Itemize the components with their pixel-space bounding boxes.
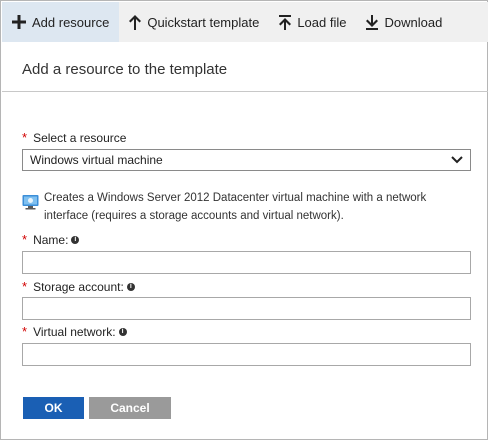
quickstart-template-label: Quickstart template (147, 14, 260, 30)
quickstart-template-button[interactable]: Quickstart template (119, 2, 269, 42)
resource-select-value: Windows virtual machine (30, 153, 163, 167)
required-marker: * (22, 279, 28, 294)
description-text: Creates a Windows Server 2012 Datacenter… (44, 192, 427, 222)
info-icon[interactable]: i (71, 235, 80, 244)
download-icon (366, 14, 379, 30)
storage-account-label: * Storage account: i (22, 279, 135, 294)
resource-label-text: Select a resource (33, 130, 127, 145)
ok-button[interactable]: OK (23, 397, 84, 419)
required-marker: * (22, 232, 28, 247)
add-resource-button[interactable]: Add resource (2, 2, 120, 42)
cancel-button[interactable]: Cancel (89, 397, 171, 419)
virtual-network-input[interactable] (22, 343, 471, 366)
name-label-text: Name: (33, 232, 69, 247)
load-file-label: Load file (297, 14, 347, 30)
plus-icon (12, 15, 26, 29)
storage-account-label-text: Storage account: (33, 279, 124, 294)
chevron-down-icon (451, 153, 463, 167)
add-resource-label: Add resource (32, 14, 110, 30)
resource-panel: Add resource Quickstart template Load fi… (0, 0, 488, 440)
resource-label: * Select a resource (22, 130, 126, 145)
arrow-up-icon (129, 14, 142, 30)
upload-icon (279, 14, 292, 30)
resource-description: Creates a Windows Server 2012 Datacenter… (22, 189, 462, 225)
resource-select[interactable]: Windows virtual machine (22, 149, 471, 171)
storage-account-input[interactable] (22, 297, 471, 320)
download-button[interactable]: Download (356, 2, 452, 42)
virtual-network-label-text: Virtual network: (33, 324, 116, 339)
panel-title: Add a resource to the template (22, 61, 228, 78)
name-label: * Name: i (22, 232, 80, 247)
info-icon[interactable]: i (118, 327, 127, 336)
required-marker: * (22, 324, 28, 339)
name-input[interactable] (22, 251, 471, 274)
virtual-machine-icon (22, 194, 39, 216)
virtual-network-label: * Virtual network: i (22, 324, 127, 339)
load-file-button[interactable]: Load file (269, 2, 356, 42)
download-label: Download (384, 14, 443, 30)
required-marker: * (22, 130, 28, 145)
toolbar: Add resource Quickstart template Load fi… (2, 2, 488, 42)
divider (2, 91, 488, 92)
info-icon[interactable]: i (126, 282, 135, 291)
